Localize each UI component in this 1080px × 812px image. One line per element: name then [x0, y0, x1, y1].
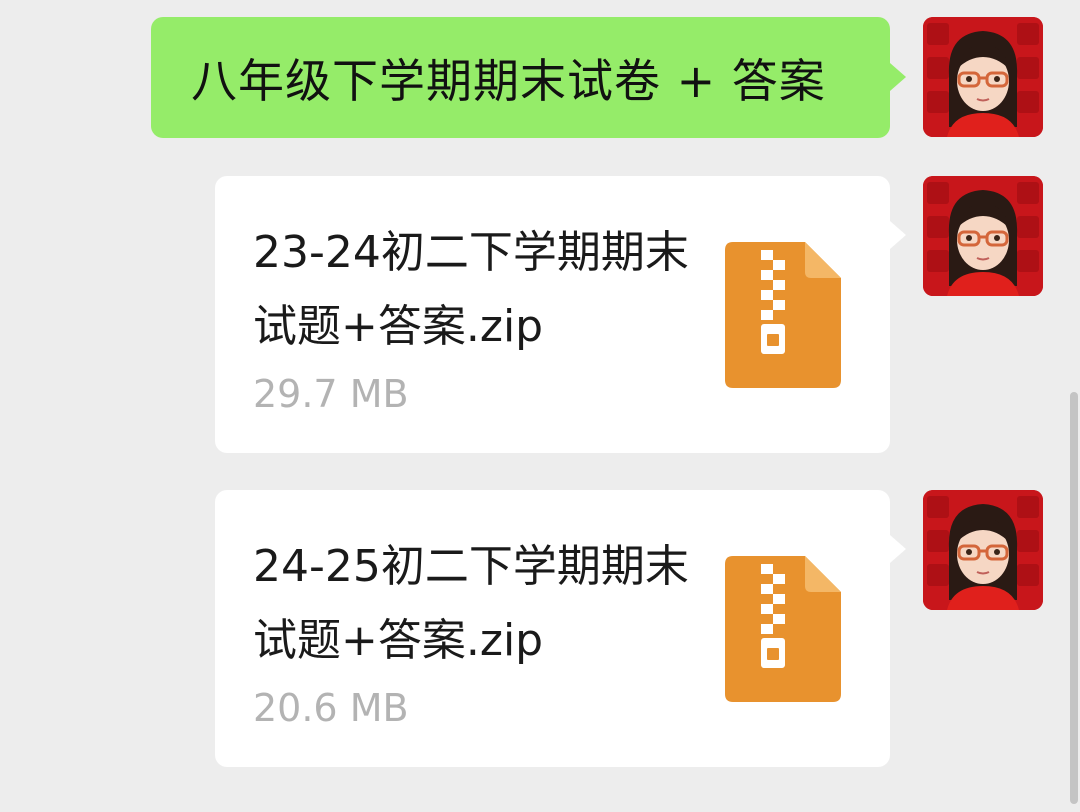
avatar-image [923, 176, 1043, 296]
avatar-image [923, 490, 1043, 610]
avatar-image [923, 17, 1043, 137]
file-message-card[interactable]: 23-24初二下学期期末试题+答案.zip 29.7 MB [215, 176, 906, 453]
avatar[interactable] [923, 176, 1043, 296]
file-name: 23-24初二下学期期末试题+答案.zip [253, 227, 689, 352]
chat-window: 八年级下学期期末试卷 + 答案 23-24初二下学期期末试题+答案.zip 29… [0, 0, 1080, 812]
file-name: 24-25初二下学期期末试题+答案.zip [253, 541, 689, 666]
file-size: 20.6 MB [253, 686, 409, 730]
avatar[interactable] [923, 490, 1043, 610]
avatar[interactable] [923, 17, 1043, 137]
zip-file-icon [725, 242, 841, 388]
bubble-tail [890, 535, 906, 563]
text-message-bubble[interactable]: 八年级下学期期末试卷 + 答案 [151, 17, 906, 138]
bubble-tail [890, 221, 906, 249]
scrollbar[interactable] [1070, 392, 1078, 804]
file-size: 29.7 MB [253, 372, 409, 416]
message-text: 八年级下学期期末试卷 + 答案 [191, 53, 826, 108]
zip-file-icon [725, 556, 841, 702]
file-message-card[interactable]: 24-25初二下学期期末试题+答案.zip 20.6 MB [215, 490, 906, 767]
bubble-tail [890, 63, 906, 91]
